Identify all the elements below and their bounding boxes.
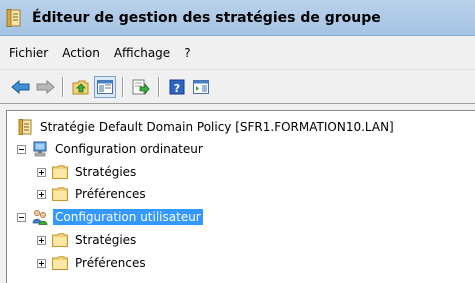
tree-root-label: Stratégie Default Domain Policy [SFR1.FO…: [40, 120, 394, 134]
toolbar: ?: [0, 70, 475, 104]
tree-item-user-policies[interactable]: Stratégies: [37, 230, 138, 250]
toolbar-separator: [158, 76, 160, 97]
policy-document-icon: [17, 119, 33, 135]
toolbar-separator: [122, 76, 124, 97]
users-icon: [32, 209, 48, 225]
export-list-icon: [132, 79, 150, 95]
expand-toggle[interactable]: [37, 258, 46, 268]
export-list-button[interactable]: [130, 76, 152, 98]
svg-text:?: ?: [174, 82, 180, 95]
menu-help[interactable]: ?: [178, 46, 196, 60]
action-pane-icon: [193, 79, 209, 94]
help-icon: ?: [169, 79, 185, 95]
up-level-button[interactable]: [70, 76, 92, 98]
tree-label-user-policies: Stratégies: [75, 233, 137, 247]
tree-item-computer-policies[interactable]: Stratégies: [37, 162, 138, 182]
menu-action[interactable]: Action: [56, 46, 106, 60]
show-hide-tree-button[interactable]: [94, 75, 116, 98]
tree-item-user-config[interactable]: Configuration utilisateur: [17, 207, 203, 227]
gpo-editor-icon: [6, 8, 22, 27]
expand-toggle[interactable]: [37, 167, 46, 177]
tree-label-computer-config: Configuration ordinateur: [55, 142, 203, 156]
collapse-toggle[interactable]: [17, 144, 26, 154]
expand-toggle[interactable]: [37, 189, 46, 199]
computer-icon: [32, 141, 48, 157]
forward-arrow-icon: [36, 79, 55, 94]
collapse-toggle[interactable]: [17, 212, 26, 222]
tree-label-computer-preferences: Préférences: [75, 187, 146, 201]
tree-item-user-preferences[interactable]: Préférences: [37, 253, 148, 273]
folder-icon: [52, 164, 68, 180]
tree-item-computer-config[interactable]: Configuration ordinateur: [17, 139, 205, 159]
folder-icon: [52, 255, 68, 271]
tree-item-computer-preferences[interactable]: Préférences: [37, 184, 148, 204]
title-bar[interactable]: Éditeur de gestion des stratégies de gro…: [0, 0, 475, 36]
forward-button[interactable]: [34, 76, 56, 98]
folder-icon: [52, 186, 68, 202]
back-button[interactable]: [10, 76, 32, 98]
action-pane-button[interactable]: [190, 76, 212, 98]
tree-label-user-preferences: Préférences: [75, 256, 146, 270]
tree-label-user-config: Configuration utilisateur: [53, 209, 203, 225]
tree-label-computer-policies: Stratégies: [75, 165, 137, 179]
up-folder-icon: [72, 80, 89, 94]
folder-icon: [52, 232, 68, 248]
console-tree[interactable]: Stratégie Default Domain Policy [SFR1.FO…: [6, 110, 475, 283]
expand-toggle[interactable]: [37, 235, 46, 245]
help-button[interactable]: ?: [166, 76, 188, 98]
tree-root-item[interactable]: Stratégie Default Domain Policy [SFR1.FO…: [17, 117, 396, 137]
back-arrow-icon: [11, 79, 30, 94]
show-hide-console-tree-icon: [97, 79, 113, 94]
toolbar-separator: [62, 76, 64, 97]
menu-bar: Fichier Action Affichage ?: [0, 36, 475, 70]
menu-view[interactable]: Affichage: [108, 46, 176, 60]
window-title: Éditeur de gestion des stratégies de gro…: [32, 9, 381, 26]
menu-file[interactable]: Fichier: [3, 46, 54, 60]
